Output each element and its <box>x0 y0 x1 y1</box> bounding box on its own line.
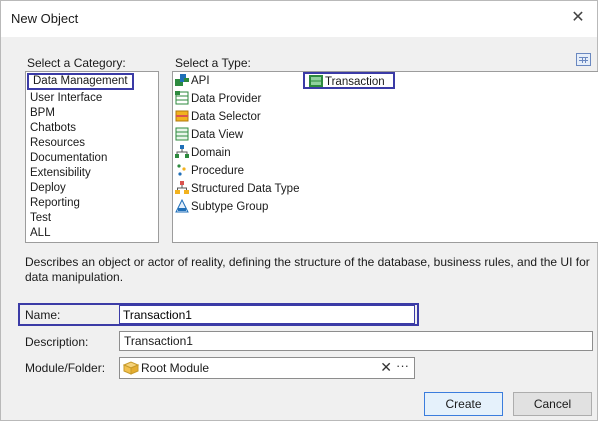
type-item-subtype-group[interactable]: Subtype Group <box>175 198 269 216</box>
category-item-deploy[interactable]: Deploy <box>30 181 66 196</box>
data-provider-icon <box>175 91 189 105</box>
type-item-transaction[interactable]: Transaction <box>303 72 395 89</box>
type-item-api[interactable]: API <box>175 73 210 90</box>
title-bar: New Object ✕ <box>1 1 597 37</box>
root-module-icon <box>122 361 140 375</box>
type-item-label: Data Selector <box>191 111 261 123</box>
category-item-resources[interactable]: Resources <box>30 136 85 151</box>
clear-icon[interactable]: ✕ <box>380 359 392 376</box>
category-item-reporting[interactable]: Reporting <box>30 196 80 211</box>
type-item-data-view[interactable]: Data View <box>175 127 243 144</box>
category-list[interactable]: Data Management User Interface BPM Chatb… <box>25 71 159 243</box>
type-item-label: Procedure <box>191 165 245 177</box>
module-folder-value: Root Module <box>141 361 210 375</box>
category-item-chatbots[interactable]: Chatbots <box>30 121 76 136</box>
name-input[interactable] <box>119 305 415 324</box>
type-label: Select a Type: <box>175 56 251 70</box>
subtype-group-icon <box>175 198 189 213</box>
structured-data-type-icon <box>175 181 189 195</box>
category-item-documentation[interactable]: Documentation <box>30 151 107 166</box>
description-field[interactable]: Transaction1 <box>119 331 593 351</box>
type-item-structured-data-type[interactable]: Structured Data Type <box>175 181 299 198</box>
module-folder-label: Module/Folder: <box>25 361 106 375</box>
type-item-label: Data Provider <box>191 93 262 105</box>
dialog-title: New Object <box>11 11 79 26</box>
category-item-test[interactable]: Test <box>30 211 51 226</box>
view-toggle-icon[interactable] <box>576 53 591 66</box>
type-item-data-selector[interactable]: Data Selector <box>175 109 261 126</box>
transaction-icon <box>309 74 323 88</box>
cancel-button[interactable]: Cancel <box>513 392 592 416</box>
category-item-user-interface[interactable]: User Interface <box>30 91 102 106</box>
category-item-bpm[interactable]: BPM <box>30 106 55 121</box>
type-item-label: Domain <box>191 147 231 159</box>
type-item-label: Subtype Group <box>191 201 269 213</box>
api-icon <box>175 73 189 87</box>
module-folder-field[interactable]: Root Module ✕ ··· <box>119 357 415 379</box>
browse-more-icon[interactable]: ··· <box>396 358 409 373</box>
type-item-data-provider[interactable]: Data Provider <box>175 91 261 108</box>
type-item-procedure[interactable]: Procedure <box>175 163 244 180</box>
new-object-dialog: New Object ✕ Select a Category: Select a… <box>0 0 598 421</box>
category-item-data-management[interactable]: Data Management <box>27 73 134 90</box>
data-selector-icon <box>175 109 189 123</box>
type-item-domain[interactable]: Domain <box>175 145 231 162</box>
type-item-label: Transaction <box>325 76 385 88</box>
close-button[interactable]: ✕ <box>567 7 589 29</box>
create-button[interactable]: Create <box>424 392 503 416</box>
type-item-label: Structured Data Type <box>191 183 300 195</box>
name-label: Name: <box>25 308 61 322</box>
domain-icon <box>175 145 189 159</box>
type-description: Describes an object or actor of reality,… <box>25 255 590 284</box>
type-item-label: Data View <box>191 129 244 141</box>
type-list[interactable]: API Data Provider Data Selector Data Vie… <box>172 71 598 243</box>
type-item-label: API <box>191 75 210 87</box>
procedure-icon <box>175 163 189 177</box>
data-view-icon <box>175 127 189 141</box>
category-item-all[interactable]: ALL <box>30 226 50 241</box>
description-label: Description: <box>25 335 89 349</box>
category-label: Select a Category: <box>27 56 126 70</box>
category-item-extensibility[interactable]: Extensibility <box>30 166 91 181</box>
